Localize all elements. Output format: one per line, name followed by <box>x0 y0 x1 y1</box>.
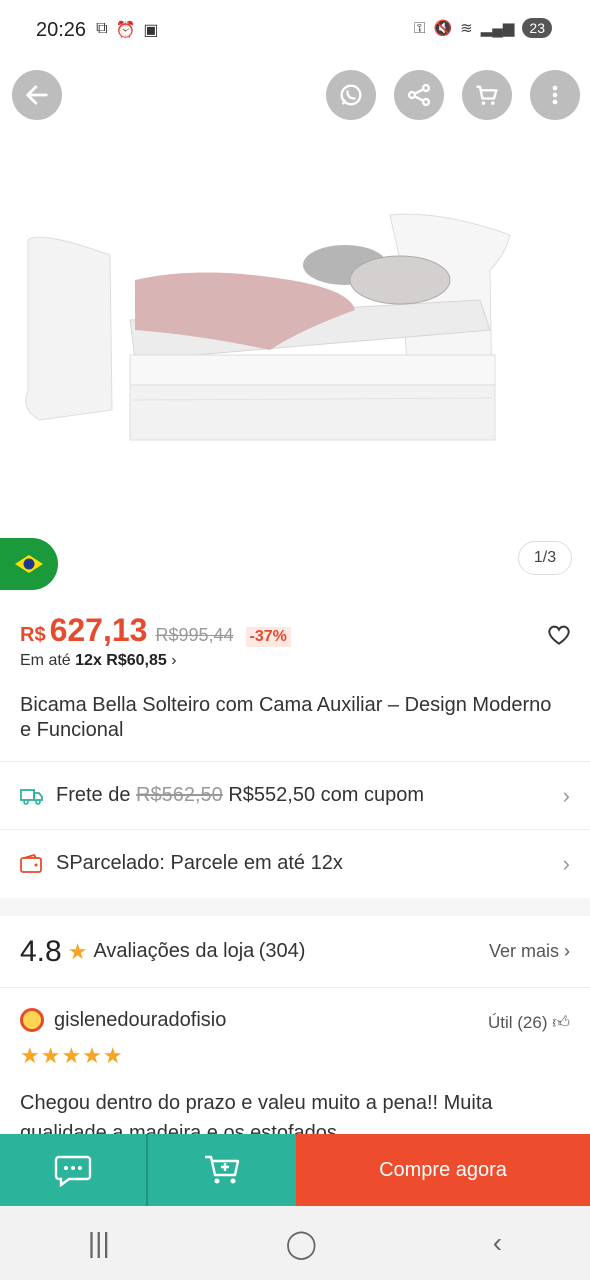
screenshot-icon: ⧉ <box>96 20 108 37</box>
add-cart-icon <box>205 1155 240 1184</box>
review-text: Chegou dentro do prazo e valeu muito a p… <box>20 1092 493 1134</box>
rating-value: 4.8 <box>20 934 62 968</box>
whatsapp-icon <box>340 84 362 106</box>
home-icon[interactable]: ◯ <box>286 1227 317 1260</box>
price-original: R$995,44 <box>155 625 234 645</box>
favorite-heart-icon[interactable] <box>546 622 572 648</box>
shipping-row[interactable]: Frete de R$562,50 R$552,50 com cupom › <box>0 761 590 829</box>
origin-flag-badge <box>0 538 58 590</box>
more-options-button[interactable] <box>530 70 580 120</box>
installment-prefix: Em até <box>20 652 71 669</box>
bed-illustration <box>25 213 511 441</box>
installment-value: 12x R$60,85 <box>75 652 167 669</box>
chevron-right-icon: › <box>562 850 570 876</box>
product-title: Bicama Bella Solteiro com Cama Auxiliar … <box>20 694 552 741</box>
thumbs-up-icon: 👍︎ <box>552 1013 570 1032</box>
chevron-right-icon: › <box>171 652 177 669</box>
battery-indicator: 23 <box>522 18 552 38</box>
wifi-icon: ≋ <box>460 20 473 37</box>
discount-badge: -37% <box>245 627 291 647</box>
wallet-icon <box>20 851 46 877</box>
shipping-prefix: Frete de <box>56 784 131 806</box>
shipping-new-price: R$552,50 com cupom <box>228 784 425 806</box>
key-icon: ⚿ <box>414 19 426 37</box>
signal-icon: ▂▄▆ <box>480 20 515 37</box>
bottom-action-bar: Compre agora <box>0 1134 590 1206</box>
buy-now-button[interactable]: Compre agora <box>296 1134 590 1206</box>
whatsapp-share-button[interactable] <box>326 70 376 120</box>
price-row: R$ 627,13 R$995,44 -37% <box>20 612 291 649</box>
truck-icon <box>20 783 46 809</box>
share-button[interactable] <box>394 70 444 120</box>
reviewer: gislenedouradofisio <box>20 1008 226 1032</box>
arrow-left-icon <box>26 85 48 105</box>
system-nav-bar: ||| ◯ ‹ <box>0 1206 590 1280</box>
image-counter: 1/3 <box>518 541 572 575</box>
more-vertical-icon <box>552 85 558 105</box>
star-icon: ★ <box>67 938 88 964</box>
installment-info[interactable]: Em até 12x R$60,85 › <box>20 652 177 670</box>
back-button[interactable] <box>12 70 62 120</box>
chat-icon <box>54 1155 92 1187</box>
helpful-button[interactable]: Útil (26) 👍︎ <box>488 1012 570 1033</box>
price-value: 627,13 <box>49 612 148 648</box>
chat-button[interactable] <box>0 1134 148 1206</box>
section-divider <box>0 898 590 916</box>
helpful-label: Útil (26) <box>487 1013 548 1032</box>
status-right-icons: ⚿ 🔇 ≋ ▂▄▆ 23 <box>414 18 552 38</box>
status-bar: 20:26 ⧉ ⏰ ▣ ⚿ 🔇 ≋ ▂▄▆ 23 <box>0 0 590 60</box>
avatar <box>20 1008 44 1032</box>
reviewer-name: gislenedouradofisio <box>54 1008 227 1031</box>
alarm-icon: ⏰ <box>115 22 136 39</box>
mute-icon: 🔇 <box>433 20 453 37</box>
cart-button[interactable] <box>462 70 512 120</box>
rating-label: Avaliações da loja <box>93 940 255 962</box>
review-stars: ★★★★★ <box>20 1043 124 1068</box>
status-time: 20:26 <box>36 18 87 41</box>
see-more-link[interactable]: Ver mais › <box>489 941 570 962</box>
share-icon <box>407 83 431 107</box>
rating-count: (304) <box>258 940 306 962</box>
shipping-old-price: R$562,50 <box>136 784 223 806</box>
add-to-cart-button[interactable] <box>148 1134 296 1206</box>
installment-plan-label: SParcelado: Parcele em até 12x <box>56 852 343 874</box>
back-nav-icon[interactable]: ‹ <box>493 1227 502 1259</box>
store-rating-row[interactable]: 4.8 ★ Avaliações da loja (304) Ver mais … <box>0 916 590 988</box>
cart-icon <box>476 85 498 105</box>
status-notification-icons: ⧉ ⏰ ▣ <box>96 20 158 40</box>
chevron-right-icon: › <box>562 782 570 808</box>
app-icon: ▣ <box>143 22 159 39</box>
recent-apps-icon[interactable]: ||| <box>88 1227 110 1259</box>
product-image[interactable] <box>0 160 590 520</box>
brazil-flag-icon <box>15 555 43 573</box>
installment-plan-row[interactable]: SParcelado: Parcele em até 12x › <box>0 829 590 897</box>
price-currency: R$ <box>20 624 46 646</box>
